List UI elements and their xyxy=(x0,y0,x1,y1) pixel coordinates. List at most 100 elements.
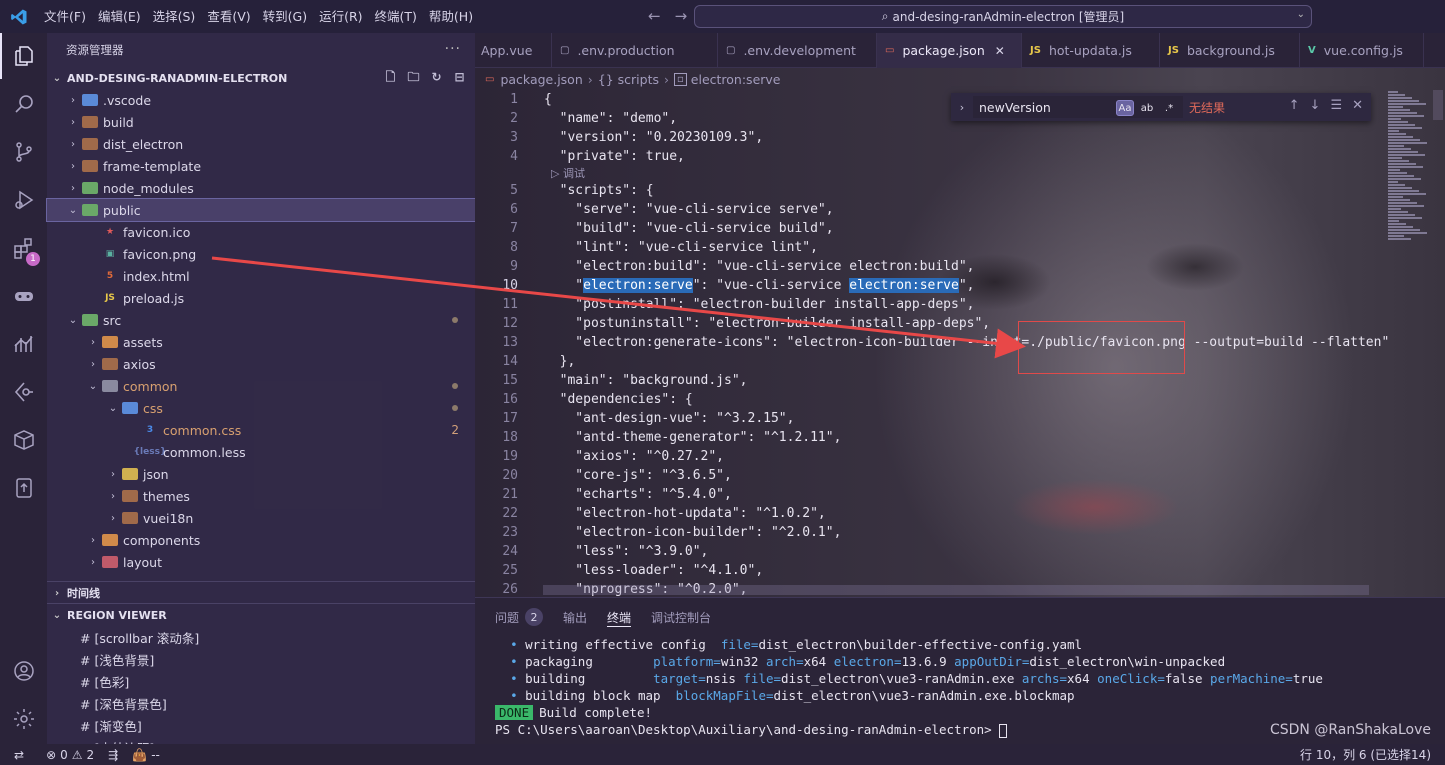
menu-item[interactable]: 终端(T) xyxy=(369,0,423,33)
modified-dot xyxy=(452,383,458,389)
match-whole-word-toggle[interactable]: ab xyxy=(1138,100,1156,116)
new-folder-icon[interactable]: 🗀 xyxy=(406,70,421,85)
horizontal-scrollbar[interactable] xyxy=(543,585,1369,595)
remote-icon[interactable] xyxy=(0,273,47,319)
folder-item[interactable]: ⌄ css xyxy=(47,397,475,419)
folder-item[interactable]: › .vscode xyxy=(47,89,475,111)
toggle-replace-icon[interactable]: › xyxy=(951,101,973,114)
refresh-icon[interactable]: ↻ xyxy=(429,70,444,85)
folder-item[interactable]: ⌄ src xyxy=(47,309,475,331)
remote-status[interactable]: ⇄ xyxy=(14,748,24,762)
region-item[interactable]: # [深色背景色] xyxy=(47,692,475,714)
chevron-right-icon: › xyxy=(71,182,75,194)
file-item[interactable]: 5 index.html xyxy=(47,265,475,287)
region-item[interactable]: # [渐变色] xyxy=(47,714,475,736)
file-item[interactable]: JS preload.js xyxy=(47,287,475,309)
back-arrow-icon[interactable]: ← xyxy=(648,7,661,25)
timeline-header[interactable]: › 时间线 xyxy=(47,582,475,604)
menu-item[interactable]: 转到(G) xyxy=(257,0,313,33)
match-case-toggle[interactable]: Aa xyxy=(1116,100,1134,116)
folder-item[interactable]: › build xyxy=(47,111,475,133)
settings-gear-icon[interactable] xyxy=(0,696,47,742)
more-actions-icon[interactable]: ··· xyxy=(445,41,461,57)
panel-tab[interactable]: 问题 2 xyxy=(495,598,544,636)
editor-tab[interactable]: App.vue xyxy=(475,33,552,68)
file-item[interactable]: 3 common.css 2 xyxy=(47,419,475,441)
line-text: "scripts": { xyxy=(544,183,654,198)
account-icon[interactable] xyxy=(0,648,47,694)
panel-tab[interactable]: 输出 xyxy=(563,598,587,636)
menu-item[interactable]: 编辑(E) xyxy=(92,0,147,33)
folder-item[interactable]: › layout xyxy=(47,551,475,573)
folder-item[interactable]: › json xyxy=(47,463,475,485)
regex-toggle[interactable]: .* xyxy=(1160,100,1178,116)
editor-tab[interactable]: ▢ .env.development xyxy=(718,33,877,68)
source-control-icon[interactable] xyxy=(0,129,47,175)
chevron-down-icon[interactable]: ⌄ xyxy=(1297,9,1305,20)
minimap-line xyxy=(1388,157,1402,159)
file-type-icon: 3 xyxy=(146,425,154,435)
folder-item[interactable]: › themes xyxy=(47,485,475,507)
extensions-icon[interactable]: 1 xyxy=(0,225,47,271)
run-debug-icon[interactable] xyxy=(0,177,47,223)
editor-tab[interactable]: Vvue.config.js xyxy=(1300,33,1424,68)
panel-tab[interactable]: 终端 xyxy=(607,598,632,636)
editor-tab[interactable]: ▭ package.json ✕ xyxy=(877,33,1022,68)
menu-item[interactable]: 运行(R) xyxy=(313,0,368,33)
collapse-all-icon[interactable]: ⊟ xyxy=(452,70,467,85)
file-item[interactable]: ★ favicon.ico xyxy=(47,221,475,243)
find-input[interactable]: newVersion Aa ab .* xyxy=(973,96,1183,118)
folder-item[interactable]: › components xyxy=(47,529,475,551)
plugin-status[interactable]: 👜 -- xyxy=(132,748,160,762)
menu-item[interactable]: 帮助(H) xyxy=(423,0,479,33)
folder-item[interactable]: › dist_electron xyxy=(47,133,475,155)
region-item[interactable]: # [浅色背景] xyxy=(47,648,475,670)
code-editor[interactable]: 1 {2 "name": "demo", 3 "version": "0.20230… xyxy=(475,90,1389,597)
minimap[interactable] xyxy=(1388,91,1430,251)
problems-status[interactable]: ⊗ 0 ⚠ 2 xyxy=(46,748,94,762)
charts-icon[interactable] xyxy=(0,321,47,367)
panel-tab[interactable]: 调试控制台 xyxy=(651,598,711,636)
region-viewer-header[interactable]: ⌄ REGION VIEWER xyxy=(47,604,475,626)
vertical-scrollbar[interactable] xyxy=(1431,90,1445,597)
breadcrumb-scripts[interactable]: {} scripts xyxy=(598,72,659,87)
menu-item[interactable]: 查看(V) xyxy=(201,0,256,33)
workspace-root-header[interactable]: ⌄ AND-DESING-RANADMIN-ELECTRON 🗋 🗀 ↻ ⊟ xyxy=(47,67,475,89)
editor-tab[interactable]: JS background.js xyxy=(1160,33,1300,68)
git-graph-icon[interactable] xyxy=(0,369,47,415)
breadcrumb-symbol[interactable]: electron:serve xyxy=(691,72,781,87)
folder-item[interactable]: › vuei18n xyxy=(47,507,475,529)
live-share-icon[interactable]: ⇶ xyxy=(108,748,118,762)
line-number: 9 xyxy=(510,259,518,274)
folder-item[interactable]: › node_modules xyxy=(47,177,475,199)
find-in-selection-icon[interactable]: ☰ xyxy=(1330,98,1342,113)
menu-item[interactable]: 文件(F) xyxy=(38,0,92,33)
region-item[interactable]: # [色彩] xyxy=(47,670,475,692)
folder-item[interactable]: › assets xyxy=(47,331,475,353)
folder-item[interactable]: ⌄ public xyxy=(46,198,476,222)
breadcrumb-file[interactable]: package.json xyxy=(500,72,582,87)
folder-item[interactable]: ⌄ common xyxy=(47,375,475,397)
folder-item[interactable]: › axios xyxy=(47,353,475,375)
previous-match-icon[interactable]: ↑ xyxy=(1289,98,1300,113)
file-item[interactable]: {less} common.less xyxy=(47,441,475,463)
file-item[interactable]: ▣ favicon.png xyxy=(47,243,475,265)
upload-icon[interactable] xyxy=(0,465,47,511)
folder-item[interactable]: › frame-template xyxy=(47,155,475,177)
close-icon[interactable]: ✕ xyxy=(1352,98,1363,113)
region-item[interactable]: # [scrollbar 滚动条] xyxy=(47,626,475,648)
package-icon[interactable] xyxy=(0,417,47,463)
new-file-icon[interactable]: 🗋 xyxy=(383,70,398,85)
explorer-icon[interactable] xyxy=(0,33,47,79)
close-icon[interactable]: ✕ xyxy=(995,44,1005,58)
search-icon[interactable] xyxy=(0,81,47,127)
code-lens[interactable]: ▷ 调试 xyxy=(475,166,1375,181)
forward-arrow-icon[interactable]: → xyxy=(675,7,688,25)
editor-tab[interactable]: ▢ .env.production xyxy=(552,33,718,68)
command-center[interactable]: ⌕ and-desing-ranAdmin-electron [管理员] ⌄ xyxy=(694,5,1312,28)
editor-tab[interactable]: JS hot-updata.js xyxy=(1022,33,1160,68)
next-match-icon[interactable]: ↓ xyxy=(1310,98,1321,113)
scrollbar-thumb[interactable] xyxy=(1433,90,1443,120)
menu-item[interactable]: 选择(S) xyxy=(147,0,202,33)
cursor-position[interactable]: 行 10，列 6 (已选择14) xyxy=(1300,746,1431,763)
